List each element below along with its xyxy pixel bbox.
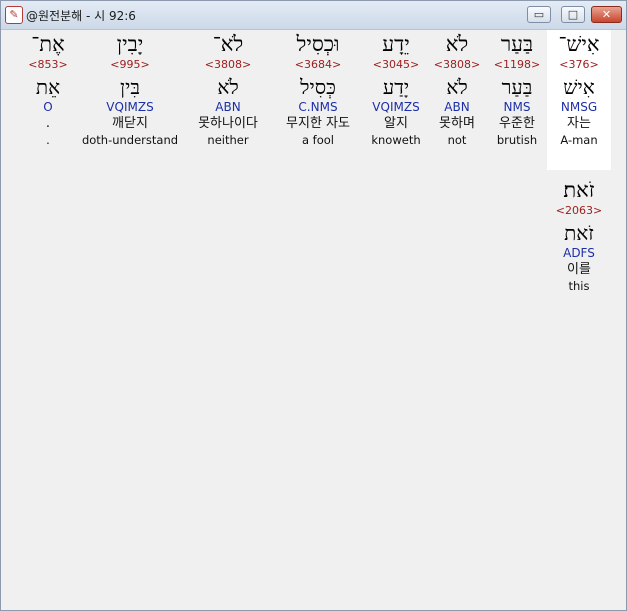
hebrew-root: בִּין (120, 75, 140, 99)
morphology-code[interactable]: VQIMZS (79, 100, 181, 116)
morphology-code[interactable]: NMS (487, 100, 547, 116)
word-card-2[interactable]: בַּעַר <1198> בַּעַר NMS 우준한 brutish (487, 30, 547, 147)
maximize-button[interactable]: □ (561, 6, 585, 23)
hebrew-root: אֵת (35, 75, 61, 99)
korean-gloss: 무지한 자도 (286, 116, 350, 131)
word-card-3[interactable]: לֹא <3808> לֹא ABN 못하며 not (427, 30, 487, 147)
word-card-7[interactable]: יָבִין <995> בִּין VQIMZS 깨닫지 doth-under… (79, 30, 181, 147)
english-gloss: doth-understand (81, 133, 179, 147)
korean-gloss: 못하며 (439, 116, 475, 131)
english-gloss: a fool (301, 133, 335, 147)
hebrew-root: בַּעַר (501, 75, 533, 99)
title-bar[interactable]: ✎ @원전분해 - 시 92:6 ▭ □ ✕ (1, 1, 626, 30)
english-gloss: brutish (496, 133, 538, 147)
hebrew-root: יָדַע (382, 75, 410, 99)
english-gloss: this (568, 279, 590, 293)
window-title: @원전분해 - 시 92:6 (26, 9, 136, 23)
word-card-8[interactable]: אֶת־ <853> אֵת O . . (17, 30, 79, 147)
korean-gloss: 깨닫지 (112, 116, 148, 131)
strong-number[interactable]: <2063> (547, 204, 611, 220)
hebrew-word: יֵדָע (382, 32, 410, 56)
korean-gloss: 못하나이다 (198, 116, 258, 131)
english-gloss: neither (207, 133, 249, 147)
hebrew-root: זֹאת (564, 221, 594, 245)
strong-number[interactable]: <3808> (427, 58, 487, 74)
word-card-1[interactable]: אִישׁ־ <376> אִישׁ NMSG 자는 A-man (547, 30, 611, 170)
english-gloss: not (447, 133, 467, 147)
strong-number[interactable]: <3808> (183, 58, 273, 74)
close-button[interactable]: ✕ (591, 6, 622, 23)
minimize-button[interactable]: ▭ (527, 6, 551, 23)
word-card-6[interactable]: לֹא־ <3808> לֹא ABN 못하나이다 neither (183, 30, 273, 147)
app-window: ✎ @원전분해 - 시 92:6 ▭ □ ✕ אִישׁ־ <376> אִיש… (0, 0, 627, 611)
korean-gloss: 알지 (384, 116, 408, 131)
morphology-code[interactable]: ABN (183, 100, 273, 116)
korean-gloss: 자는 (567, 116, 591, 131)
english-gloss: . (46, 133, 50, 147)
korean-gloss: 이를 (567, 262, 591, 277)
strong-number[interactable]: <995> (79, 58, 181, 74)
english-gloss: knoweth (371, 133, 421, 147)
hebrew-word: בַּעַר (500, 32, 534, 56)
app-icon[interactable]: ✎ (5, 6, 23, 24)
hebrew-word: לֹא (445, 32, 469, 56)
word-breakdown-area: אִישׁ־ <376> אִישׁ NMSG 자는 A-man בַּעַר … (1, 30, 626, 610)
korean-gloss: . (45, 116, 51, 131)
hebrew-word: וּכְסִיל (296, 32, 340, 56)
hebrew-root: אִישׁ (563, 75, 595, 99)
morphology-code[interactable]: NMSG (547, 100, 611, 116)
hebrew-word: אֶת־ (31, 32, 65, 56)
strong-number[interactable]: <3045> (364, 58, 428, 74)
hebrew-word: יָבִין (116, 32, 144, 56)
hebrew-root: לֹא (217, 75, 239, 99)
hebrew-word: אִישׁ־ (558, 32, 600, 56)
morphology-code[interactable]: C.NMS (273, 100, 363, 116)
strong-number[interactable]: <853> (17, 58, 79, 74)
korean-gloss: 우준한 (499, 116, 535, 131)
morphology-code[interactable]: ABN (427, 100, 487, 116)
hebrew-word: זֹאת׃ (563, 178, 595, 202)
morphology-code[interactable]: O (17, 100, 79, 116)
morphology-code[interactable]: ADFS (547, 246, 611, 262)
morphology-code[interactable]: VQIMZS (364, 100, 428, 116)
strong-number[interactable]: <376> (547, 58, 611, 74)
strong-number[interactable]: <3684> (273, 58, 363, 74)
word-card-5[interactable]: וּכְסִיל <3684> כְּסִיל C.NMS 무지한 자도 a f… (273, 30, 363, 147)
hebrew-root: לֹא (446, 75, 468, 99)
english-gloss: A-man (560, 133, 598, 147)
word-card-9[interactable]: זֹאת׃ <2063> זֹאת ADFS 이를 this (547, 176, 611, 293)
hebrew-word: לֹא־ (212, 32, 244, 56)
hebrew-root: כְּסִיל (300, 75, 336, 99)
strong-number[interactable]: <1198> (487, 58, 547, 74)
word-card-4[interactable]: יֵדָע <3045> יָדַע VQIMZS 알지 knoweth (364, 30, 428, 147)
